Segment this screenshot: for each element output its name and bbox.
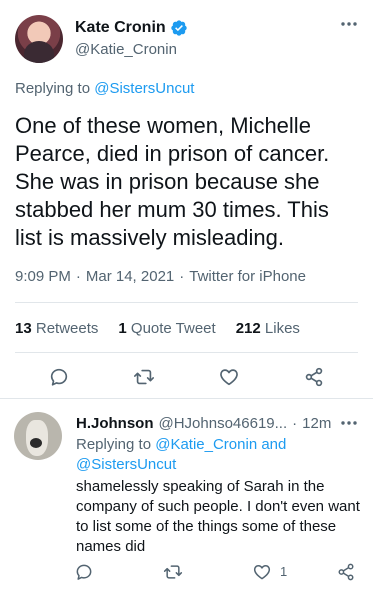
reply-handle[interactable]: @HJohnso46619... — [159, 415, 288, 432]
tweet-meta: 9:09 PM · Mar 14, 2021 · Twitter for iPh… — [15, 268, 306, 285]
avatar[interactable] — [14, 412, 62, 460]
share-icon[interactable] — [336, 562, 356, 582]
retweet-icon[interactable] — [163, 562, 183, 582]
more-dots-icon[interactable] — [339, 416, 359, 430]
replying-to-prefix: Replying to — [76, 436, 152, 453]
reply-like-count: 1 — [280, 564, 288, 579]
reply-text: shamelessly speaking of Sarah in the com… — [76, 478, 360, 555]
likes-count: 212 — [235, 320, 261, 337]
replying-to-prefix: Replying to — [15, 80, 91, 97]
replying-to-link[interactable]: @SistersUncut — [94, 80, 194, 97]
replying-to-and: and — [261, 436, 287, 453]
meta-separator: · — [179, 268, 185, 285]
retweets-label: Retweets — [35, 320, 99, 337]
tweet-time[interactable]: 9:09 PM — [15, 268, 71, 285]
reply-bubble-icon[interactable] — [48, 366, 70, 388]
quotes-stat[interactable]: 1 Quote Tweet — [118, 320, 215, 337]
tweet-source[interactable]: Twitter for iPhone — [189, 268, 306, 285]
verified-badge-icon — [170, 20, 187, 36]
more-dots-icon[interactable] — [339, 17, 359, 31]
reply-replying-to: Replying to @Katie_Cronin and @SistersUn… — [76, 435, 361, 475]
quotes-label: Quote Tweet — [130, 320, 216, 337]
replying-to-link[interactable]: @Katie_Cronin — [155, 436, 257, 453]
tweet-actions — [0, 366, 373, 390]
reply-bubble-icon[interactable] — [74, 562, 94, 582]
reply-separator: · — [292, 415, 298, 432]
retweets-count: 13 — [15, 320, 32, 337]
retweets-stat[interactable]: 13 Retweets — [15, 320, 98, 337]
divider — [0, 398, 373, 399]
replying-to: Replying to @SistersUncut — [15, 80, 194, 97]
engagement-stats: 13 Retweets 1 Quote Tweet 212 Likes — [15, 320, 320, 337]
author-handle[interactable]: @Katie_Cronin — [75, 41, 177, 58]
avatar[interactable] — [15, 15, 63, 63]
retweet-icon[interactable] — [133, 366, 155, 388]
reply-actions: 1 — [0, 562, 373, 586]
likes-stat[interactable]: 212 Likes — [236, 320, 300, 337]
divider — [15, 352, 358, 353]
display-name[interactable]: Kate Cronin — [75, 19, 166, 37]
reply-display-name[interactable]: H.Johnson — [76, 415, 154, 432]
heart-icon[interactable] — [252, 562, 272, 582]
likes-label: Likes — [264, 320, 300, 337]
tweet-date[interactable]: Mar 14, 2021 — [86, 268, 174, 285]
tweet-text: One of these women, Michelle Pearce, die… — [15, 113, 330, 250]
replying-to-link[interactable]: @SistersUncut — [76, 456, 176, 473]
author-name-row[interactable]: Kate Cronin — [75, 19, 188, 37]
meta-separator: · — [75, 268, 81, 285]
divider — [15, 302, 358, 303]
reply-time[interactable]: 12m — [302, 415, 331, 432]
quotes-count: 1 — [118, 320, 127, 337]
reply-header: H.Johnson @HJohnso46619... · 12m — [76, 415, 331, 432]
share-icon[interactable] — [303, 366, 325, 388]
heart-icon[interactable] — [218, 366, 240, 388]
